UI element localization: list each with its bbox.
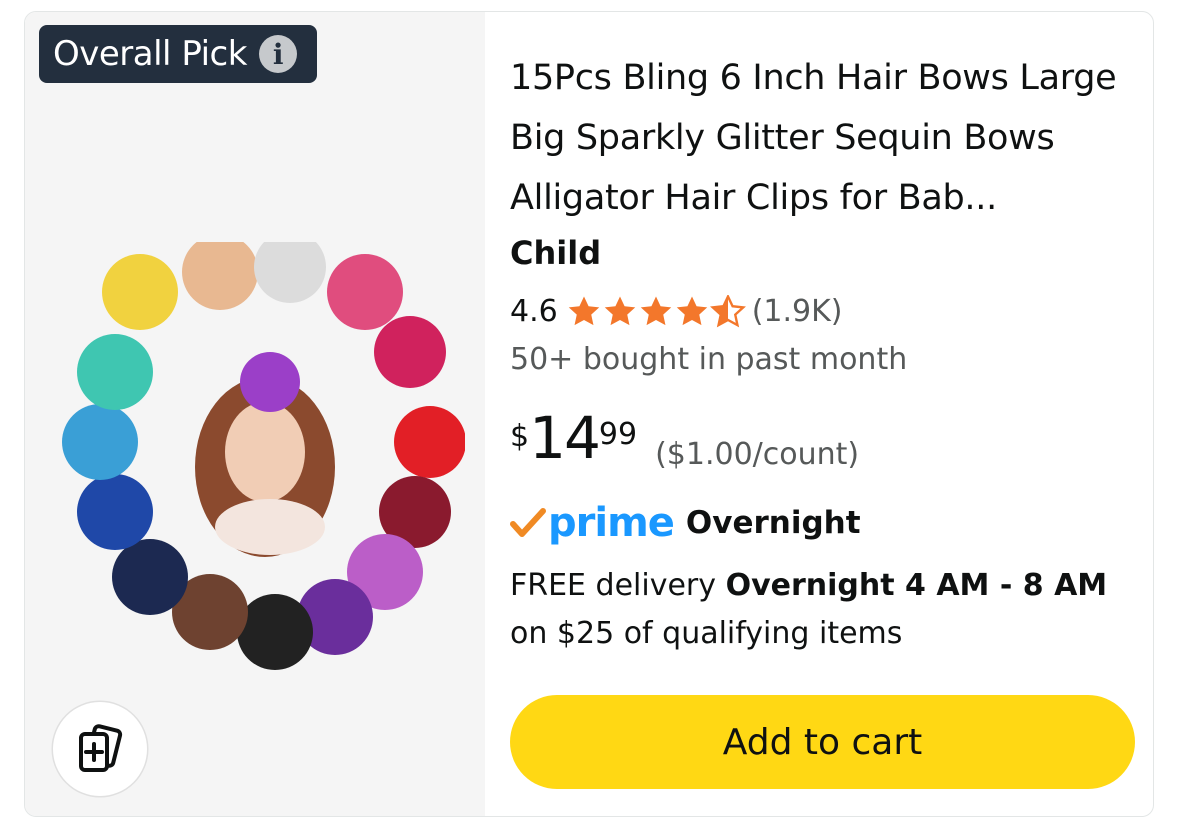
- product-image-panel[interactable]: Overall Pick i: [25, 12, 485, 816]
- delivery-info: FREE delivery Overnight 4 AM - 8 AM on $…: [510, 562, 1150, 658]
- product-card[interactable]: Overall Pick i 15Pcs Bling 6 Inch Hair B…: [24, 11, 1154, 817]
- product-image[interactable]: [45, 242, 465, 682]
- compare-button[interactable]: [53, 702, 147, 796]
- price-fraction: 99: [598, 417, 638, 452]
- prime-check-icon: [510, 508, 546, 537]
- unit-price: ($1.00/count): [655, 437, 860, 472]
- price-whole: 14: [529, 404, 601, 472]
- rating-count[interactable]: (1.9K): [752, 294, 843, 329]
- prime-delivery-speed: Overnight: [685, 505, 861, 541]
- prime-logo: prime: [548, 500, 675, 546]
- star-icon: [676, 295, 707, 325]
- half-star-icon: [709, 294, 746, 327]
- overall-pick-badge: Overall Pick i: [39, 25, 317, 83]
- prime-badge: prime Overnight: [510, 500, 861, 546]
- bought-count: 50+ bought in past month: [510, 342, 908, 377]
- delivery-window: Overnight 4 AM - 8 AM: [725, 568, 1108, 603]
- rating-row[interactable]: 4.6 (1.9K): [510, 294, 843, 329]
- price: $ 14 99 ($1.00/count): [510, 407, 859, 472]
- product-title[interactable]: 15Pcs Bling 6 Inch Hair Bows Large Big S…: [510, 48, 1140, 228]
- star-icon: [604, 295, 635, 325]
- compare-icon: [79, 724, 123, 772]
- child-portrait: [195, 352, 335, 557]
- rating-value: 4.6: [510, 294, 558, 329]
- product-brand: Child: [510, 234, 602, 272]
- price-symbol: $: [510, 419, 530, 454]
- star-icon: [568, 295, 599, 325]
- delivery-suffix: on $25 of qualifying items: [510, 616, 903, 651]
- info-icon[interactable]: i: [258, 35, 297, 73]
- badge-label: Overall Pick: [53, 34, 247, 74]
- delivery-prefix: FREE delivery: [510, 568, 726, 603]
- star-icon: [640, 295, 671, 325]
- add-to-cart-button[interactable]: Add to cart: [510, 695, 1135, 789]
- star-rating[interactable]: [566, 294, 746, 329]
